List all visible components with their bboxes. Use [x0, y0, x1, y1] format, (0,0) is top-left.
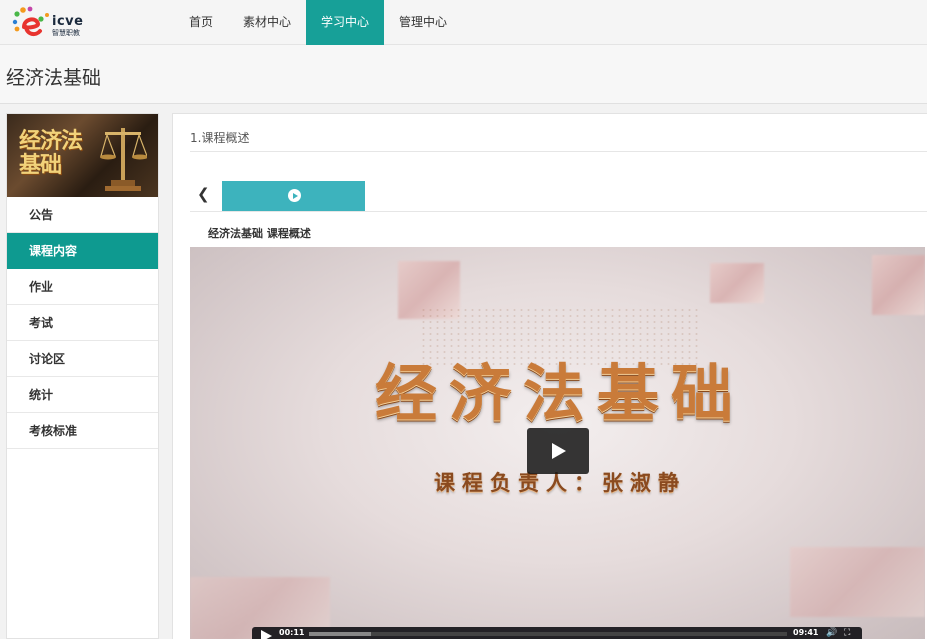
chevron-left-icon[interactable]: ❮ — [197, 184, 211, 204]
content-panel: 1.课程概述 ❮ 经济法基础 课程概述 经济法基础 课程负责人：张淑静 00:1… — [172, 113, 927, 639]
nav-item-home[interactable]: 首页 — [174, 0, 228, 45]
sidebar-item-course-content[interactable]: 课程内容 — [7, 233, 158, 269]
logo-icon — [12, 6, 49, 37]
icve-logo[interactable]: icve 智慧职教 — [10, 5, 90, 41]
sidebar-item-homework[interactable]: 作业 — [7, 269, 158, 305]
big-play-button[interactable] — [527, 428, 589, 474]
nav-item-materials[interactable]: 素材中心 — [228, 0, 306, 45]
divider — [190, 151, 927, 152]
background-photo — [710, 263, 764, 303]
course-cover-image: 经济法基础 — [7, 114, 158, 197]
resource-tab-video[interactable] — [222, 181, 365, 211]
duration: 09:41 — [793, 628, 819, 637]
sidebar-item-exams[interactable]: 考试 — [7, 305, 158, 341]
progress-track[interactable] — [309, 632, 787, 636]
cover-title: 经济法基础 — [19, 129, 83, 178]
scales-icon — [100, 128, 147, 191]
video-player[interactable]: 经济法基础 课程负责人：张淑静 00:11 09:41 🔊 ⛶ — [190, 247, 925, 639]
video-main-title: 经济法基础 — [374, 357, 745, 430]
top-nav-bar: icve 智慧职教 首页 素材中心 学习中心 管理中心 — [0, 0, 927, 45]
progress-fill — [309, 632, 372, 636]
page-title: 经济法基础 — [6, 67, 102, 89]
sidebar-item-grading-criteria[interactable]: 考核标准 — [7, 413, 158, 449]
sidebar-item-announcements[interactable]: 公告 — [7, 197, 158, 233]
background-photo — [872, 255, 925, 315]
play-circle-icon — [288, 189, 301, 202]
current-time: 00:11 — [279, 628, 305, 637]
nav-item-management[interactable]: 管理中心 — [384, 0, 462, 45]
logo-text: icve — [52, 14, 84, 29]
course-sidebar: 经济法基础 公告 课程内容 作业 考试 讨论区 统计 考核标准 — [6, 113, 159, 639]
play-icon[interactable] — [261, 630, 272, 639]
fullscreen-icon[interactable]: ⛶ — [844, 628, 850, 638]
video-control-bar: 00:11 09:41 🔊 ⛶ — [252, 627, 862, 639]
section-title: 1.课程概述 — [190, 131, 250, 145]
volume-icon[interactable]: 🔊 — [826, 628, 837, 638]
main-nav: 首页 素材中心 学习中心 管理中心 — [174, 0, 462, 45]
sidebar-item-discussion[interactable]: 讨论区 — [7, 341, 158, 377]
sidebar-item-statistics[interactable]: 统计 — [7, 377, 158, 413]
nav-item-learning-center[interactable]: 学习中心 — [306, 0, 385, 45]
background-photo — [790, 547, 925, 617]
divider — [190, 211, 927, 212]
resource-title: 经济法基础 课程概述 — [208, 227, 311, 240]
logo-subtitle: 智慧职教 — [52, 29, 80, 37]
course-title-bar: 经济法基础 — [0, 45, 927, 104]
